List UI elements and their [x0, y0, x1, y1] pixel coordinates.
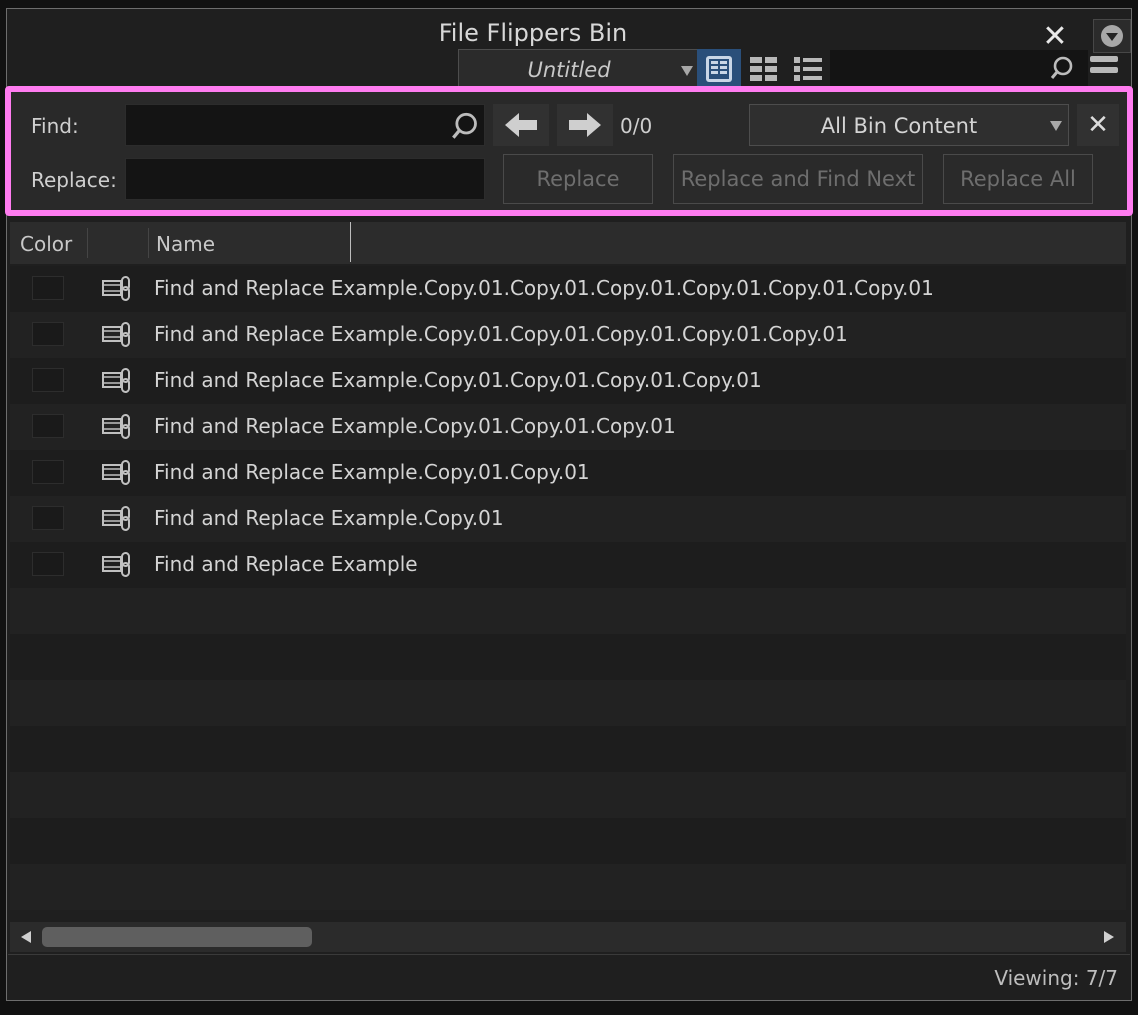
linked-clip-icon: [102, 368, 130, 393]
table-row[interactable]: Find and Replace Example: [10, 542, 1126, 588]
table-row[interactable]: Find and Replace Example.Copy.01.Copy.01…: [10, 266, 1126, 312]
arrow-right-icon: [569, 113, 601, 137]
scroll-left-icon[interactable]: [21, 931, 31, 943]
status-divider: [8, 954, 1130, 955]
scrollbar-thumb[interactable]: [42, 927, 312, 947]
bin-view-selector[interactable]: Untitled: [458, 49, 698, 89]
find-previous-button[interactable]: [493, 104, 549, 146]
window-title: File Flippers Bin: [438, 19, 628, 47]
arrow-left-icon: [505, 113, 537, 137]
replace-all-button[interactable]: Replace All: [943, 154, 1093, 204]
clip-name: Find and Replace Example.Copy.01.Copy.01: [154, 460, 590, 484]
bin-toolbar: Untitled: [458, 49, 1138, 89]
empty-row: [10, 634, 1126, 680]
empty-row: [10, 588, 1126, 634]
color-swatch[interactable]: [32, 276, 64, 300]
clip-name: Find and Replace Example.Copy.01.Copy.01…: [154, 276, 934, 300]
clip-name: Find and Replace Example.Copy.01.Copy.01…: [154, 368, 762, 392]
replace-and-find-next-button[interactable]: Replace and Find Next: [673, 154, 923, 204]
linked-clip-icon: [102, 506, 130, 531]
empty-row: [10, 864, 1126, 910]
column-color-header[interactable]: Color: [20, 232, 72, 256]
linked-clip-icon: [102, 414, 130, 439]
caret-down-icon: [681, 66, 693, 76]
find-input[interactable]: [125, 104, 485, 146]
viewing-count: Viewing: 7/7: [994, 966, 1118, 990]
table-row[interactable]: Find and Replace Example.Copy.01: [10, 496, 1126, 542]
color-swatch[interactable]: [32, 414, 64, 438]
linked-clip-icon: [102, 552, 130, 577]
frame-view-icon: [706, 56, 732, 82]
color-swatch[interactable]: [32, 460, 64, 484]
hamburger-menu-icon[interactable]: [1090, 56, 1122, 82]
scope-dropdown[interactable]: All Bin Content: [749, 104, 1069, 146]
find-next-button[interactable]: [557, 104, 613, 146]
clip-name: Find and Replace Example.Copy.01: [154, 506, 504, 530]
find-label: Find:: [31, 114, 79, 138]
caret-down-icon: [1050, 121, 1062, 131]
replace-button[interactable]: Replace: [503, 154, 653, 204]
empty-row: [10, 772, 1126, 818]
linked-clip-icon: [102, 322, 130, 347]
column-name-header[interactable]: Name: [156, 232, 215, 256]
linked-clip-icon: [102, 276, 130, 301]
find-search-icon: [452, 112, 477, 139]
find-panel-close-icon[interactable]: ✕: [1077, 104, 1119, 146]
replace-label: Replace:: [31, 168, 117, 192]
scroll-right-icon[interactable]: [1104, 931, 1114, 943]
column-divider[interactable]: [148, 228, 149, 258]
column-divider[interactable]: [87, 228, 88, 258]
horizontal-scrollbar[interactable]: [10, 922, 1126, 952]
color-swatch[interactable]: [32, 322, 64, 346]
linked-clip-icon: [102, 460, 130, 485]
clip-name: Find and Replace Example: [154, 552, 418, 576]
empty-row: [10, 726, 1126, 772]
scope-value: All Bin Content: [820, 114, 978, 138]
color-swatch[interactable]: [32, 506, 64, 530]
match-count: 0/0: [620, 114, 653, 138]
replace-input[interactable]: [125, 158, 485, 200]
clip-name: Find and Replace Example.Copy.01.Copy.01…: [154, 322, 848, 346]
dropdown-circle-icon: [1101, 25, 1123, 47]
grid-view-icon: [750, 57, 777, 81]
column-header: Color Name: [10, 222, 1126, 264]
empty-row: [10, 818, 1126, 864]
color-swatch[interactable]: [32, 368, 64, 392]
clip-list: Find and Replace Example.Copy.01.Copy.01…: [10, 266, 1126, 920]
table-row[interactable]: Find and Replace Example.Copy.01.Copy.01…: [10, 358, 1126, 404]
table-row[interactable]: Find and Replace Example.Copy.01.Copy.01: [10, 450, 1126, 496]
table-row[interactable]: Find and Replace Example.Copy.01.Copy.01…: [10, 404, 1126, 450]
window-menu-button[interactable]: [1093, 19, 1131, 53]
grid-view-button[interactable]: [742, 49, 786, 89]
bin-view-name: Untitled: [527, 58, 611, 82]
color-swatch[interactable]: [32, 552, 64, 576]
search-icon[interactable]: [1050, 56, 1074, 80]
table-row[interactable]: Find and Replace Example.Copy.01.Copy.01…: [10, 312, 1126, 358]
find-replace-panel: Find: 0/0 All Bin Content ✕ Replace: Rep…: [5, 86, 1133, 216]
list-view-button[interactable]: [786, 49, 830, 89]
column-resize-handle[interactable]: [350, 222, 351, 262]
empty-row: [10, 680, 1126, 726]
frame-view-button[interactable]: [697, 49, 741, 89]
list-view-icon: [794, 57, 822, 81]
clip-name: Find and Replace Example.Copy.01.Copy.01…: [154, 414, 676, 438]
